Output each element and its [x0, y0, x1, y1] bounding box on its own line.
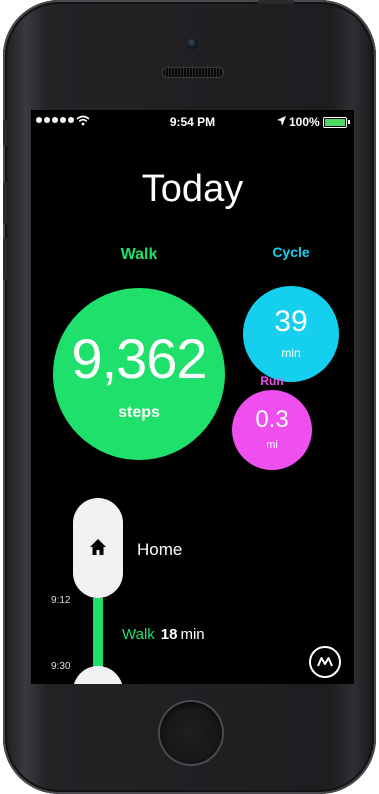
- walk-bubble[interactable]: 9,362 steps: [53, 288, 225, 460]
- status-bar: 9:54 PM 100%: [31, 110, 354, 134]
- walk-segment-duration: 18: [160, 626, 178, 643]
- home-icon: [90, 539, 106, 555]
- cycle-minutes-unit: min: [281, 346, 301, 360]
- place-home-marker[interactable]: [73, 498, 123, 598]
- walk-steps-unit: steps: [118, 404, 160, 421]
- walk-steps-value: 9,362: [71, 327, 207, 390]
- place-home-label[interactable]: Home: [137, 540, 182, 560]
- battery-percent: 100%: [289, 115, 320, 129]
- battery-icon: [323, 117, 350, 128]
- front-camera: [187, 38, 198, 49]
- moves-logo-icon[interactable]: [309, 646, 341, 678]
- cycle-label: Cycle: [272, 244, 310, 260]
- earpiece-speaker: [163, 68, 223, 77]
- power-button: [258, 0, 294, 4]
- walk-segment-entry[interactable]: Walk 18 min: [122, 626, 205, 643]
- cycle-bubble[interactable]: 39 min: [243, 286, 339, 382]
- walk-segment-activity: Walk: [122, 626, 155, 643]
- mute-switch: [3, 120, 7, 146]
- volume-up-button: [3, 182, 7, 224]
- volume-down-button: [3, 238, 7, 280]
- phone-frame: 9:54 PM 100% Today Walk 9,362 steps Cycl…: [3, 0, 376, 794]
- next-place-marker[interactable]: [73, 666, 123, 684]
- timeline-time-end: 9:30: [51, 661, 71, 672]
- walk-label: Walk: [120, 246, 158, 263]
- run-distance-value: 0.3: [255, 406, 289, 433]
- screen: 9:54 PM 100% Today Walk 9,362 steps Cycl…: [31, 110, 354, 684]
- page-title: Today: [141, 168, 244, 210]
- home-button[interactable]: [160, 702, 222, 764]
- walk-segment-unit: min: [180, 626, 205, 643]
- cycle-minutes-value: 39: [274, 305, 308, 338]
- run-bubble[interactable]: 0.3 mi: [232, 390, 312, 470]
- run-distance-unit: mi: [266, 439, 278, 451]
- location-arrow-icon: [277, 116, 286, 126]
- timeline-time-start: 9:12: [51, 595, 71, 606]
- run-label: Run: [260, 374, 284, 388]
